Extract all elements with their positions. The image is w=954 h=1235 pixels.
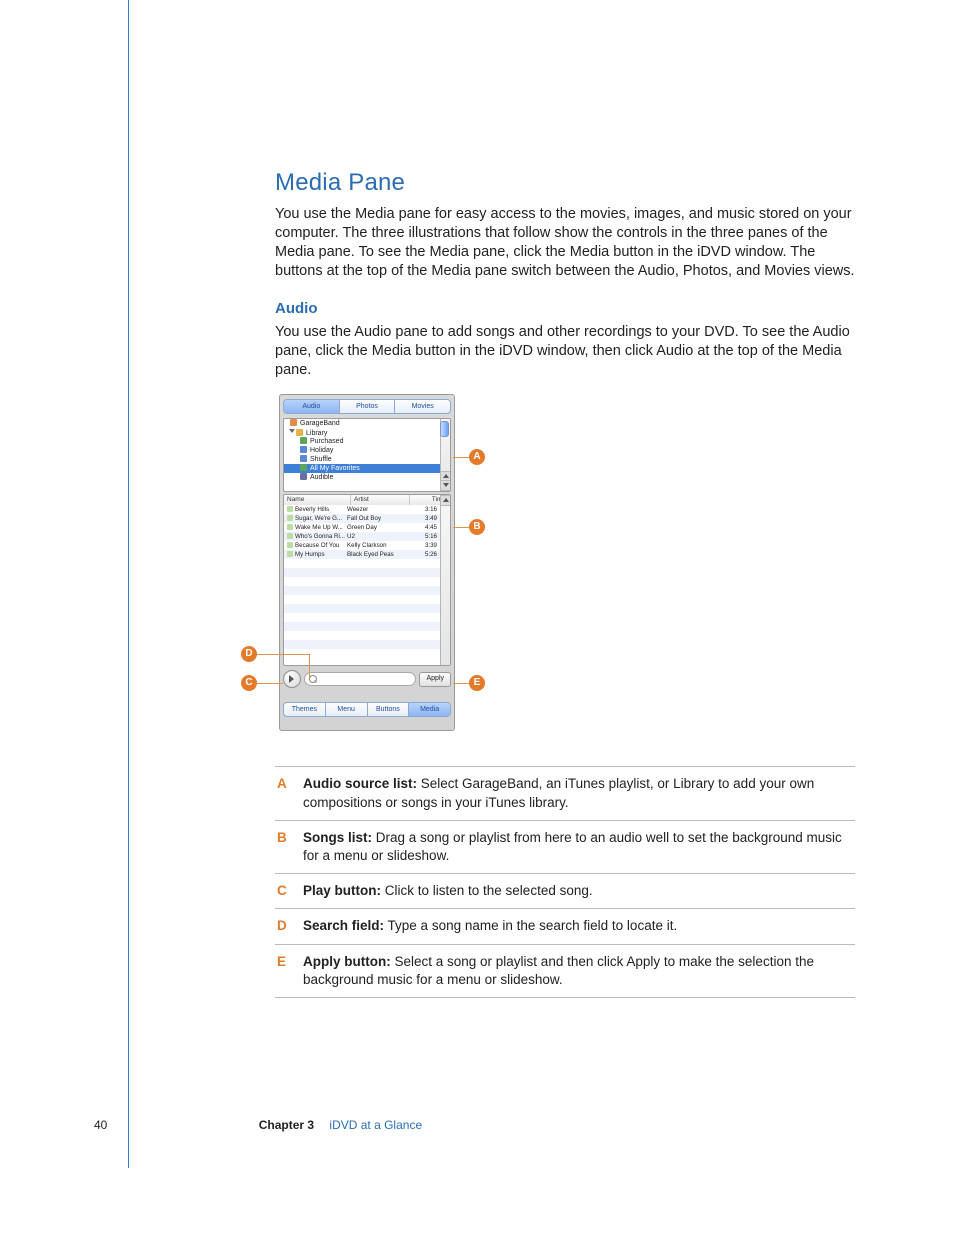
song-row [284, 559, 441, 568]
paragraph-media-pane: You use the Media pane for easy access t… [275, 205, 855, 282]
media-pane-screenshot: Audio Photos Movies GarageBand Library P… [279, 394, 455, 731]
legend-desc: Drag a song or playlist from here to an … [303, 830, 842, 863]
song-icon [287, 542, 293, 548]
song-row [284, 613, 441, 622]
legend-row-c: C Play button: Click to listen to the se… [275, 873, 855, 908]
source-garageband[interactable]: GarageBand [300, 420, 340, 427]
library-icon [296, 429, 303, 436]
heading-audio: Audio [275, 299, 855, 319]
legend-key: C [275, 882, 303, 900]
playlist-icon [300, 437, 307, 444]
leader-d-v [309, 654, 310, 678]
scroll-down-icon[interactable] [441, 480, 450, 491]
song-icon [287, 524, 293, 530]
chapter-title: iDVD at a Glance [317, 1118, 422, 1132]
song-row[interactable]: Because Of YouKelly Clarkson3:39 [284, 541, 441, 550]
tab-themes[interactable]: Themes [284, 703, 326, 716]
apply-button[interactable]: Apply [419, 672, 451, 687]
legend-row-e: E Apply button: Select a song or playlis… [275, 944, 855, 998]
margin-rule [128, 0, 129, 1168]
song-row [284, 586, 441, 595]
leader-d-h [257, 654, 309, 655]
col-name[interactable]: Name [284, 495, 351, 505]
source-holiday[interactable]: Holiday [310, 447, 333, 454]
legend-row-a: A Audio source list: Select GarageBand, … [275, 766, 855, 819]
source-library[interactable]: Library [306, 430, 327, 437]
tab-photos[interactable]: Photos [340, 400, 396, 413]
legend-term: Search field: [303, 918, 384, 933]
song-row[interactable]: My HumpsBlack Eyed Peas5:26 [284, 550, 441, 559]
source-all-my-favorites[interactable]: All My Favorites [310, 465, 360, 472]
callout-d: D [241, 646, 257, 662]
leader-c [257, 683, 283, 684]
song-row [284, 604, 441, 613]
audible-icon [300, 473, 307, 480]
legend-row-b: B Songs list: Drag a song or playlist fr… [275, 820, 855, 873]
chapter-label: Chapter 3 [111, 1118, 314, 1132]
scroll-thumb[interactable] [440, 421, 449, 437]
callout-c: C [241, 675, 257, 691]
disclosure-triangle-icon[interactable] [289, 429, 295, 433]
legend-key: D [275, 917, 303, 935]
legend-term: Songs list: [303, 830, 372, 845]
legend-term: Play button: [303, 883, 381, 898]
song-row [284, 568, 441, 577]
song-row[interactable]: Wake Me Up W...Green Day4:45 [284, 523, 441, 532]
page-number: 40 [94, 1118, 107, 1132]
source-purchased[interactable]: Purchased [310, 438, 343, 445]
audio-source-list[interactable]: GarageBand Library Purchased Holiday Shu… [283, 418, 451, 492]
song-row [284, 577, 441, 586]
search-input[interactable] [304, 672, 416, 686]
song-icon [287, 533, 293, 539]
tab-movies[interactable]: Movies [395, 400, 450, 413]
playlist-icon [300, 464, 307, 471]
heading-media-pane: Media Pane [275, 167, 855, 199]
legend-key: E [275, 953, 303, 989]
col-artist[interactable]: Artist [351, 495, 410, 505]
song-row[interactable]: Who's Gonna Ri...U25:16 [284, 532, 441, 541]
song-row[interactable]: Sugar, We're G...Fall Out Boy3:49 [284, 514, 441, 523]
source-audible[interactable]: Audible [310, 474, 333, 481]
page-footer: 40 Chapter 3 iDVD at a Glance [94, 1118, 422, 1132]
bottom-tab-segmented[interactable]: Themes Menu Buttons Media [283, 702, 451, 717]
source-shuffle[interactable]: Shuffle [310, 456, 332, 463]
play-button[interactable] [283, 670, 301, 688]
songs-list[interactable]: Name Artist Time Beverly HillsWeezer3:16… [283, 494, 451, 666]
legend-desc: Type a song name in the search field to … [384, 918, 677, 933]
legend-desc: Click to listen to the selected song. [381, 883, 593, 898]
scroll-up-icon[interactable] [441, 495, 450, 506]
leader-b [453, 527, 469, 528]
song-row [284, 622, 441, 631]
smart-playlist-icon [300, 455, 307, 462]
song-row [284, 640, 441, 649]
song-row [284, 595, 441, 604]
paragraph-audio: You use the Audio pane to add songs and … [275, 323, 855, 380]
callout-e: E [469, 675, 485, 691]
tab-menu[interactable]: Menu [326, 703, 368, 716]
song-icon [287, 506, 293, 512]
callout-b: B [469, 519, 485, 535]
garageband-icon [290, 419, 297, 426]
legend-term: Apply button: [303, 954, 391, 969]
song-icon [287, 515, 293, 521]
callout-legend: A Audio source list: Select GarageBand, … [275, 766, 855, 998]
scrollbar[interactable] [440, 419, 450, 491]
tab-audio[interactable]: Audio [284, 400, 340, 413]
tab-media[interactable]: Media [409, 703, 450, 716]
legend-key: A [275, 775, 303, 811]
scrollbar[interactable] [440, 495, 450, 665]
top-tab-segmented[interactable]: Audio Photos Movies [283, 399, 451, 414]
smart-playlist-icon [300, 446, 307, 453]
legend-term: Audio source list: [303, 776, 417, 791]
legend-row-d: D Search field: Type a song name in the … [275, 908, 855, 943]
callout-a: A [469, 449, 485, 465]
leader-a [453, 457, 469, 458]
song-icon [287, 551, 293, 557]
tab-buttons[interactable]: Buttons [368, 703, 410, 716]
song-row [284, 631, 441, 640]
legend-key: B [275, 829, 303, 865]
leader-e [453, 683, 469, 684]
song-row[interactable]: Beverly HillsWeezer3:16 [284, 505, 441, 514]
